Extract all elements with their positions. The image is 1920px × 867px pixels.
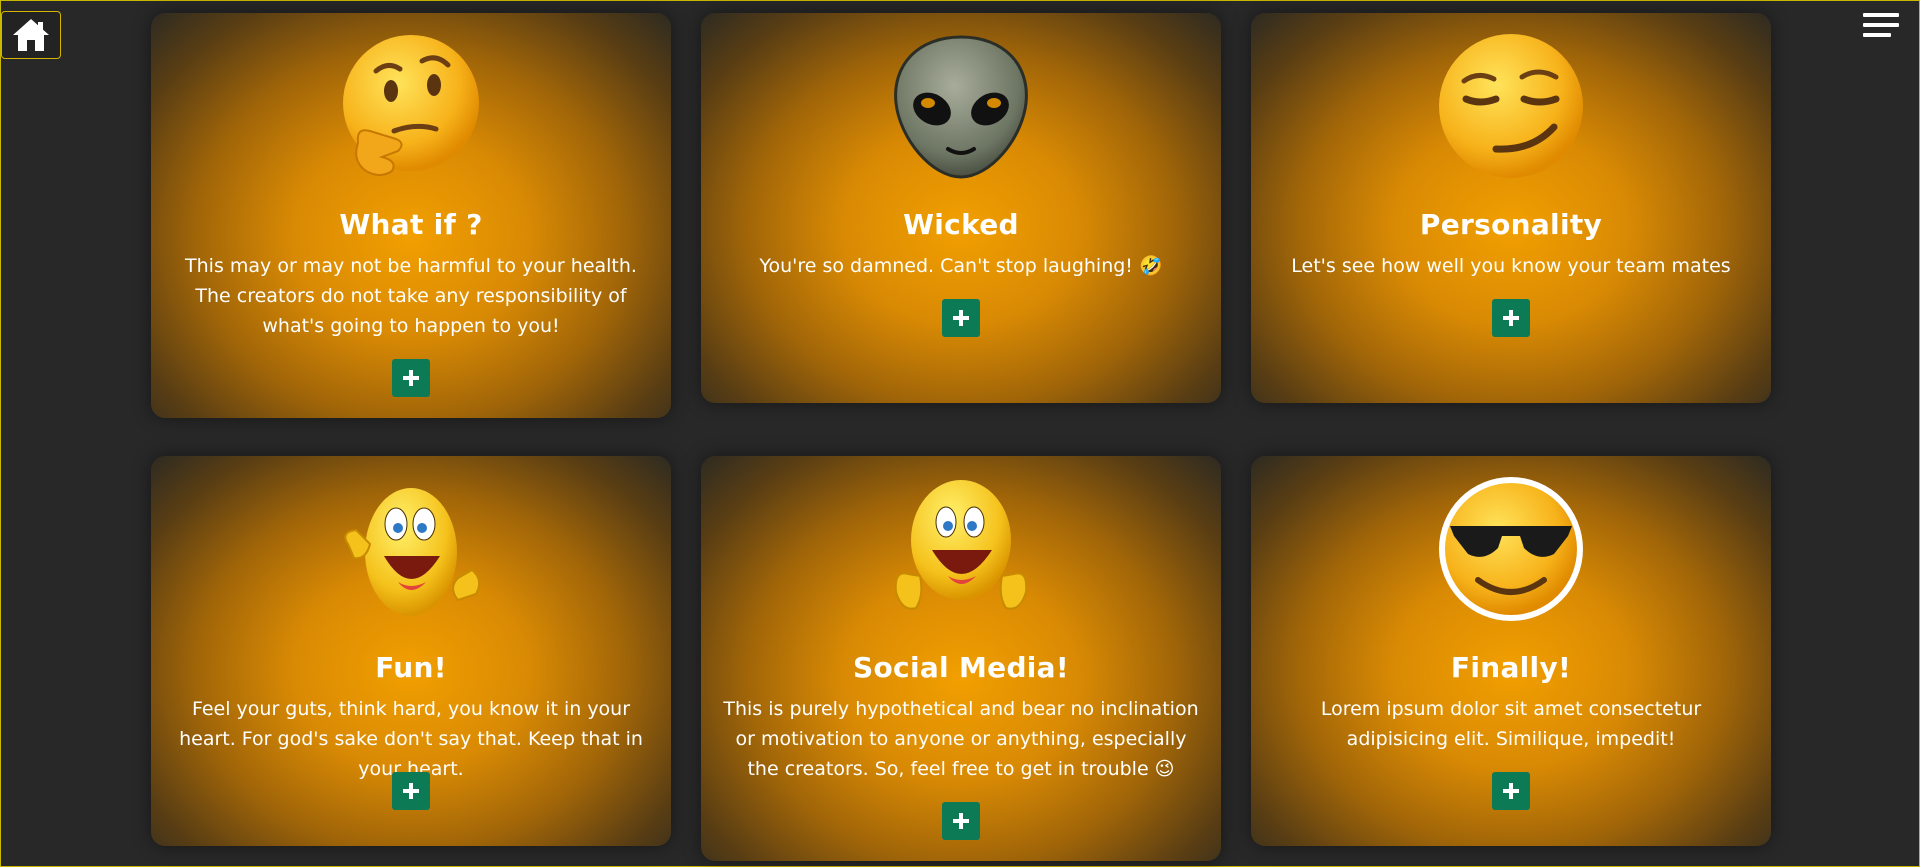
plus-icon: [953, 310, 969, 326]
card-fun: Fun! Feel your guts, think hard, you kno…: [151, 456, 671, 846]
plus-icon: [403, 783, 419, 799]
add-button[interactable]: [942, 802, 980, 840]
smirking-face-icon: [1439, 34, 1583, 178]
card-description: You're so damned. Can't stop laughing! 🤣: [759, 255, 1163, 277]
hamburger-menu-icon: [1863, 13, 1899, 17]
plus-icon: [1503, 310, 1519, 326]
smiling-face-with-sunglasses-icon: [1439, 477, 1583, 621]
card-title: Finally!: [1450, 651, 1572, 684]
card-wicked: Wicked You're so damned. Can't stop laug…: [701, 13, 1221, 403]
card-title: Personality: [1419, 208, 1603, 241]
home-icon: [13, 19, 49, 51]
add-button[interactable]: [1492, 299, 1530, 337]
card-description: Let's see how well you know your team ma…: [1291, 255, 1731, 277]
hamburger-line: [1863, 33, 1891, 37]
card-title: Fun!: [375, 651, 447, 684]
hamburger-line: [1863, 23, 1899, 27]
plus-icon: [403, 370, 419, 386]
card-description: Lorem ipsum dolor sit amet consectetur a…: [1320, 698, 1702, 750]
add-button[interactable]: [392, 359, 430, 397]
add-button[interactable]: [942, 299, 980, 337]
card-what-if: What if ? This may or may not be harmful…: [151, 13, 671, 418]
plus-icon: [953, 813, 969, 829]
thumbs-up-smiley-icon: [894, 480, 1028, 610]
add-button[interactable]: [392, 772, 430, 810]
card-title: Social Media!: [853, 651, 1069, 684]
home-button[interactable]: [1, 11, 61, 59]
add-button[interactable]: [1492, 772, 1530, 810]
card-description: Feel your guts, think hard, you know it …: [179, 698, 643, 780]
card-title: What if ?: [339, 208, 483, 241]
card-personality: Personality Let's see how well you know …: [1251, 13, 1771, 403]
plus-icon: [1503, 783, 1519, 799]
thinking-face-icon: [343, 35, 479, 176]
alien-icon: [894, 35, 1028, 179]
card-title: Wicked: [903, 208, 1019, 241]
card-finally: Finally! Lorem ipsum dolor sit amet cons…: [1251, 456, 1771, 846]
pointing-smiley-icon: [344, 488, 481, 616]
card-social-media: Social Media! This is purely hypothetica…: [701, 456, 1221, 861]
hamburger-menu-button[interactable]: [1863, 13, 1901, 41]
card-description: This may or may not be harmful to your h…: [185, 255, 637, 337]
card-description: This is purely hypothetical and bear no …: [723, 698, 1199, 780]
